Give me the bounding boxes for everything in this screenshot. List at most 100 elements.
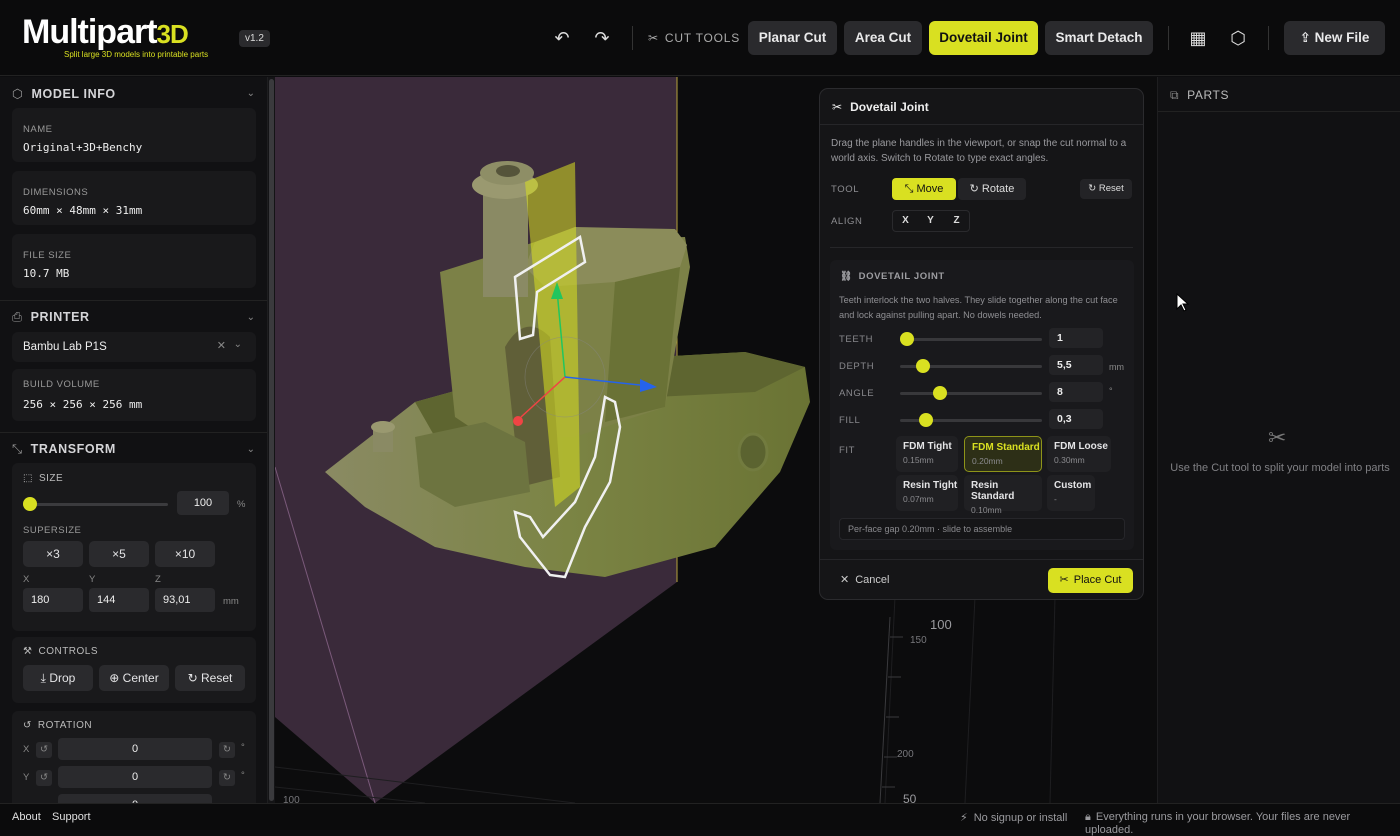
- teeth-slider[interactable]: [900, 338, 1042, 341]
- smart-detach-button[interactable]: Smart Detach: [1045, 21, 1153, 55]
- transform-header[interactable]: ⤡ TRANSFORM: [12, 442, 116, 457]
- y-input[interactable]: 144: [89, 588, 149, 612]
- align-x-button[interactable]: X: [893, 211, 918, 231]
- angle-input[interactable]: 8: [1049, 382, 1103, 402]
- left-scrollbar[interactable]: [268, 77, 275, 803]
- rotate-ccw-icon[interactable]: ↺: [36, 742, 52, 758]
- transform-title: TRANSFORM: [30, 442, 116, 456]
- teeth-input[interactable]: 1: [1049, 328, 1103, 348]
- cut-tools-label: ✂ CUT TOOLS: [648, 31, 740, 45]
- fit-gap: -: [1054, 494, 1057, 504]
- reset-transform-button[interactable]: ↻ Reset: [175, 665, 245, 691]
- depth-slider-knob[interactable]: [915, 359, 930, 373]
- reset-tool-button[interactable]: ↻ Reset: [1080, 179, 1132, 199]
- size-unit: %: [237, 499, 246, 510]
- fit-name: Resin Standard: [971, 480, 1015, 502]
- rotate-cw-icon[interactable]: ↻: [219, 770, 235, 786]
- chevron-down-icon[interactable]: ⌄: [247, 312, 255, 323]
- area-cut-button[interactable]: Area Cut: [844, 21, 922, 55]
- rotate-cw-icon[interactable]: ↻: [219, 742, 235, 758]
- fit-name: FDM Standard: [972, 442, 1040, 453]
- fit-fdm-standard-button[interactable]: FDM Standard 0.20mm: [964, 436, 1042, 472]
- transform-icon: ⤡: [12, 442, 23, 456]
- fit-fdm-tight-button[interactable]: FDM Tight 0.15mm: [896, 436, 958, 472]
- planar-cut-button[interactable]: Planar Cut: [748, 21, 837, 55]
- rotate-ccw-icon[interactable]: ↺: [36, 770, 52, 786]
- move-tool-button[interactable]: ⤡ Move: [892, 178, 956, 200]
- build-volume-label: BUILD VOLUME: [23, 379, 100, 390]
- panel-divider: [830, 247, 1133, 248]
- scissors-icon: ✂: [648, 31, 659, 45]
- redo-icon[interactable]: ↷: [592, 28, 612, 48]
- fit-gap: 0.20mm: [972, 456, 1003, 466]
- rotate-tool-button[interactable]: ↻ Rotate: [958, 178, 1026, 200]
- scrollbar-thumb[interactable]: [269, 79, 274, 801]
- move-icon: ⤡: [904, 183, 917, 195]
- align-z-button[interactable]: Z: [944, 211, 969, 231]
- filesize-label: FILE SIZE: [23, 250, 72, 261]
- fit-resin-tight-button[interactable]: Resin Tight 0.07mm: [896, 475, 958, 511]
- link-icon: ⛓: [840, 271, 853, 282]
- supersize-label: SUPERSIZE: [23, 525, 82, 536]
- cancel-button[interactable]: ✕ Cancel: [840, 573, 889, 586]
- no-signup-note: ⚡ No signup or install: [960, 812, 1068, 824]
- angle-unit: °: [1109, 386, 1113, 396]
- supersize-x10-button[interactable]: ×10: [155, 541, 215, 567]
- grid-icon[interactable]: ▦: [1188, 28, 1208, 48]
- fit-label: FIT: [839, 445, 856, 456]
- supersize-x3-button[interactable]: ×3: [23, 541, 83, 567]
- chevron-down-icon[interactable]: ⌄: [247, 88, 255, 99]
- size-input[interactable]: 100: [177, 491, 229, 515]
- header-separator: [1168, 26, 1169, 50]
- place-cut-button[interactable]: ✂ Place Cut: [1048, 568, 1133, 593]
- rotation-y-input[interactable]: 0: [58, 766, 212, 788]
- drop-button[interactable]: ⤓ Drop: [23, 665, 93, 691]
- x-label: X: [23, 574, 30, 585]
- size-slider-knob[interactable]: [23, 497, 38, 511]
- depth-input[interactable]: 5,5: [1049, 355, 1103, 375]
- scissors-icon: ✂: [1268, 425, 1287, 450]
- rotation-x-input[interactable]: 0: [58, 738, 212, 760]
- align-y-button[interactable]: Y: [918, 211, 943, 231]
- x-input[interactable]: 180: [23, 588, 83, 612]
- size-slider[interactable]: [23, 503, 168, 506]
- cube-icon[interactable]: ⬡: [1228, 28, 1248, 48]
- new-file-button[interactable]: ⇪ New File: [1284, 21, 1385, 55]
- angle-label: ANGLE: [839, 388, 875, 399]
- dovetail-joint-button[interactable]: Dovetail Joint: [929, 21, 1038, 55]
- app-header: Multipart3D Split large 3D models into p…: [0, 0, 1400, 76]
- rotation-x-label: X: [23, 744, 30, 755]
- dovetail-joint-panel: ✂ Dovetail Joint Drag the plane handles i…: [819, 88, 1144, 600]
- panel-divider: [820, 124, 1143, 125]
- dovetail-section-desc: Teeth interlock the two halves. They sli…: [839, 295, 1118, 320]
- teeth-slider-knob[interactable]: [900, 332, 915, 346]
- angle-slider-knob[interactable]: [932, 386, 947, 400]
- fit-fdm-loose-button[interactable]: FDM Loose 0.30mm: [1047, 436, 1111, 472]
- rotation-z-input[interactable]: 0: [58, 794, 212, 803]
- chevron-down-icon[interactable]: ⌄: [247, 444, 255, 455]
- model-info-title: MODEL INFO: [31, 87, 116, 101]
- printer-select[interactable]: Bambu Lab P1S ✕ ⌄: [12, 332, 256, 362]
- chevron-down-icon[interactable]: ⌄: [234, 339, 242, 350]
- about-link[interactable]: About: [12, 811, 41, 823]
- clear-icon[interactable]: ✕: [217, 339, 226, 352]
- undo-icon[interactable]: ↶: [552, 28, 572, 48]
- x-axis-knob[interactable]: [513, 416, 523, 426]
- supersize-x5-button[interactable]: ×5: [89, 541, 149, 567]
- center-button[interactable]: ⊕ Center: [99, 665, 169, 691]
- support-link[interactable]: Support: [52, 811, 91, 823]
- model-info-header[interactable]: ⬡ MODEL INFO: [12, 86, 116, 101]
- fill-label: FILL: [839, 415, 861, 426]
- app-logo[interactable]: Multipart3D Split large 3D models into p…: [22, 15, 208, 59]
- section-divider: [0, 432, 267, 433]
- fill-slider-knob[interactable]: [918, 413, 933, 427]
- fill-input[interactable]: 0,3: [1049, 409, 1103, 429]
- fit-resin-standard-button[interactable]: Resin Standard 0.10mm: [964, 475, 1042, 515]
- fit-custom-button[interactable]: Custom -: [1047, 475, 1095, 511]
- lock-icon: 🔒︎: [1085, 811, 1091, 823]
- target-icon: ⊕: [109, 671, 123, 685]
- angle-slider[interactable]: [900, 392, 1042, 395]
- printer-header[interactable]: ⎙ PRINTER: [12, 310, 90, 325]
- z-input[interactable]: 93,01: [155, 588, 215, 612]
- parts-title: ⧉ PARTS: [1170, 88, 1230, 102]
